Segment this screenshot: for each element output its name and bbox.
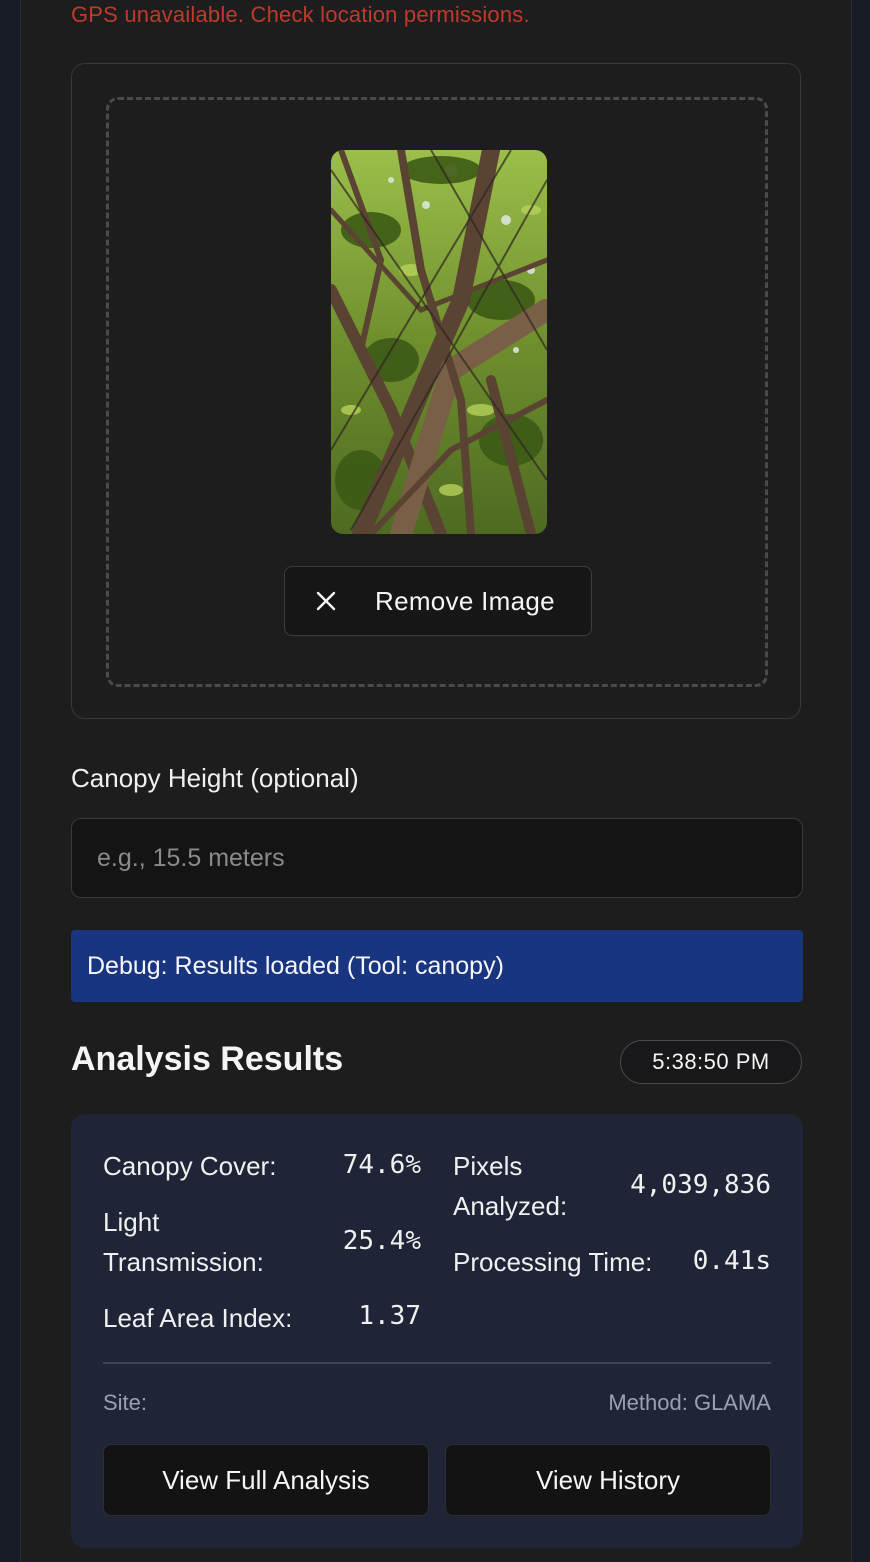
light-transmission-label-line1: Light bbox=[103, 1207, 160, 1237]
site-label: Site: bbox=[103, 1390, 148, 1415]
app-frame: GPS unavailable. Check location permissi… bbox=[20, 0, 852, 1562]
debug-banner: Debug: Results loaded (Tool: canopy) bbox=[71, 930, 803, 1002]
processing-time-label: Processing Time: bbox=[453, 1247, 653, 1277]
view-full-analysis-button[interactable]: View Full Analysis bbox=[103, 1444, 429, 1516]
remove-image-label: Remove Image bbox=[375, 585, 555, 616]
pixels-analyzed-label-line2: Analyzed: bbox=[453, 1191, 568, 1221]
image-preview bbox=[331, 150, 547, 534]
processing-time-value: 0.41s bbox=[692, 1246, 771, 1276]
canopy-height-label: Canopy Height (optional) bbox=[71, 763, 359, 793]
canopy-height-input[interactable] bbox=[71, 818, 803, 898]
image-dropzone[interactable]: Remove Image bbox=[106, 97, 768, 687]
canopy-cover-label: Canopy Cover: bbox=[103, 1151, 277, 1181]
analysis-results-title: Analysis Results bbox=[71, 1040, 344, 1078]
canopy-cover-value: 74.6% bbox=[342, 1150, 421, 1180]
close-icon bbox=[316, 591, 336, 611]
results-divider bbox=[103, 1362, 771, 1364]
view-history-button[interactable]: View History bbox=[445, 1444, 771, 1516]
leaf-area-index-label: Leaf Area Index: bbox=[103, 1303, 293, 1333]
tree-canopy-photo bbox=[331, 150, 547, 534]
remove-image-button[interactable]: Remove Image bbox=[284, 566, 592, 636]
image-upload-card: Remove Image bbox=[71, 63, 801, 719]
gps-error-message: GPS unavailable. Check location permissi… bbox=[71, 2, 530, 27]
pixels-analyzed-value: 4,039,836 bbox=[630, 1170, 771, 1200]
method-label: Method: GLAMA bbox=[608, 1390, 771, 1415]
results-card: Canopy Cover: 74.6% Light Transmission: … bbox=[71, 1114, 803, 1548]
debug-message: Debug: Results loaded (Tool: canopy) bbox=[87, 951, 504, 980]
pixels-analyzed-label-line1: Pixels bbox=[453, 1151, 523, 1181]
leaf-area-index-value: 1.37 bbox=[358, 1301, 421, 1331]
timestamp-badge: 5:38:50 PM bbox=[620, 1040, 802, 1084]
light-transmission-value: 25.4% bbox=[342, 1226, 421, 1256]
light-transmission-label-line2: Transmission: bbox=[103, 1247, 264, 1277]
